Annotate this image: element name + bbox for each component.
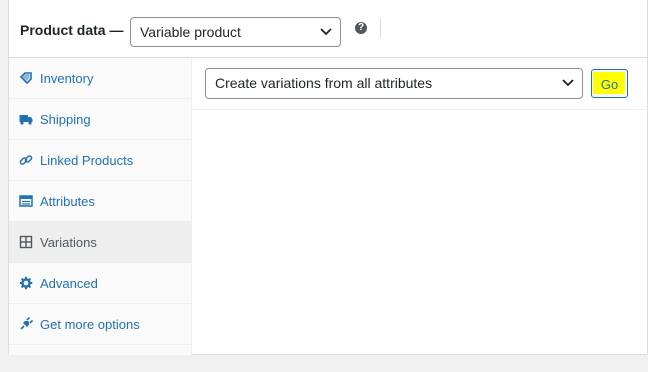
tab-shipping[interactable]: Shipping (9, 99, 192, 140)
tab-inventory[interactable]: Inventory (9, 58, 192, 99)
product-data-panel: Product data — Variable product ? Invent… (8, 0, 648, 355)
plugin-plug-icon (20, 317, 33, 330)
variations-toolbar: Create variations from all attributes Go (192, 58, 648, 110)
product-type-value: Variable product (140, 24, 241, 40)
variation-action-select[interactable]: Create variations from all attributes (205, 68, 583, 99)
product-data-title: Product data — (20, 22, 124, 38)
variation-action-value: Create variations from all attributes (215, 75, 433, 91)
variations-panel: Create variations from all attributes Go (192, 58, 648, 355)
product-type-select[interactable]: Variable product (130, 17, 341, 47)
tab-get-more-options[interactable]: Get more options (9, 304, 192, 345)
go-button[interactable]: Go (591, 69, 628, 98)
tab-advanced[interactable]: Advanced (9, 263, 192, 304)
tab-attributes[interactable]: Attributes (9, 181, 192, 222)
truck-icon (19, 115, 33, 125)
tab-get-more-options-label: Get more options (40, 317, 140, 332)
tab-attributes-label: Attributes (40, 194, 95, 209)
tab-variations[interactable]: Variations (9, 222, 192, 263)
grid-icon (19, 235, 33, 249)
product-data-header: Product data — Variable product ? (9, 0, 648, 58)
tab-variations-label: Variations (40, 235, 97, 250)
chevron-down-icon (562, 79, 574, 87)
product-data-tabs: Inventory Shipping Linked Products Attri… (9, 58, 192, 355)
tab-advanced-label: Advanced (40, 276, 98, 291)
gear-icon (19, 276, 33, 290)
attributes-list-icon (19, 195, 33, 207)
tab-linked-products-label: Linked Products (40, 153, 134, 168)
chevron-down-icon (320, 28, 332, 36)
question-circle-icon[interactable]: ? (355, 22, 367, 34)
link-icon (19, 155, 33, 165)
tab-linked-products[interactable]: Linked Products (9, 140, 192, 181)
inventory-tag-icon (19, 72, 32, 85)
go-button-label: Go (600, 77, 619, 92)
tab-inventory-label: Inventory (40, 71, 94, 86)
tab-shipping-label: Shipping (40, 112, 91, 127)
header-divider (380, 18, 381, 38)
